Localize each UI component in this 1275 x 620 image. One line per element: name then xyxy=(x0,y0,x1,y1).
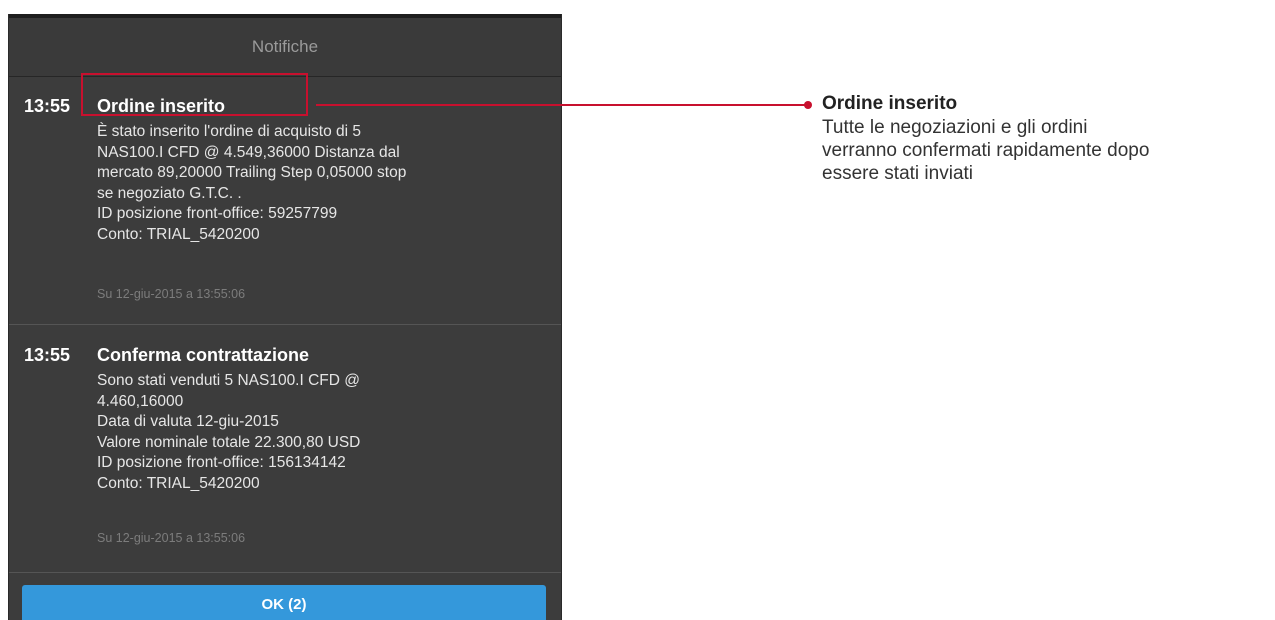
notification-body-line: ID posizione front-office: 156134142 xyxy=(97,454,346,471)
notification-time: 13:55 xyxy=(24,96,71,116)
notification-body-line: NAS100.I CFD @ 4.549,36000 Distanza dal xyxy=(97,143,400,161)
notification-body-line: mercato 89,20000 Trailing Step 0,05000 s… xyxy=(97,164,407,181)
notification-body-line: Sono stati venduti 5 NAS100.I CFD @ xyxy=(97,372,361,389)
callout-text-line: Tutte le negoziazioni e gli ordini xyxy=(822,117,1088,138)
notification-body: È stato inserito l'ordine di acquisto di… xyxy=(97,122,537,245)
callout-text-line: verranno confermati rapidamente dopo xyxy=(822,140,1150,161)
notification-body-line: Valore nominale totale 22.300,80 USD xyxy=(97,433,361,451)
notification-item-trade-confirmation[interactable]: 13:55 Conferma contrattazione Sono stati… xyxy=(9,325,561,573)
notification-date: Su 12-giu-2015 a 13:55:06 xyxy=(97,531,246,545)
notification-date: Su 12-giu-2015 a 13:55:06 xyxy=(97,287,246,301)
callout-title: Ordine inserito xyxy=(822,93,958,114)
notification-body: Sono stati venduti 5 NAS100.I CFD @ 4.46… xyxy=(97,371,537,494)
callout-description: Tutte le negoziazioni e gli ordini verra… xyxy=(822,116,1272,185)
ok-button[interactable]: OK (2) xyxy=(22,585,546,620)
notification-body-line: ID posizione front-office: 59257799 xyxy=(97,205,338,222)
callout: Ordine inserito Tutte le negoziazioni e … xyxy=(822,92,1272,185)
notification-body-line: È stato inserito l'ordine di acquisto di… xyxy=(97,123,362,140)
notification-body-line: se negoziato G.T.C. . xyxy=(97,184,242,202)
panel-header: Notifiche xyxy=(9,18,561,77)
notification-body-line: Data di valuta 12-giu-2015 xyxy=(97,413,279,430)
callout-connector-line xyxy=(316,104,808,106)
callout-highlight-box xyxy=(81,73,308,116)
notification-body-line: 4.460,16000 xyxy=(97,392,184,410)
callout-text-line: essere stati inviati xyxy=(822,163,974,184)
panel-title: Notifiche xyxy=(251,37,319,56)
notification-time: 13:55 xyxy=(24,345,71,365)
callout-connector-dot xyxy=(804,101,812,109)
notification-body-line: Conto: TRIAL_5420200 xyxy=(97,225,260,243)
notification-title: Conferma contrattazione xyxy=(97,345,310,365)
notification-body-line: Conto: TRIAL_5420200 xyxy=(97,474,260,492)
